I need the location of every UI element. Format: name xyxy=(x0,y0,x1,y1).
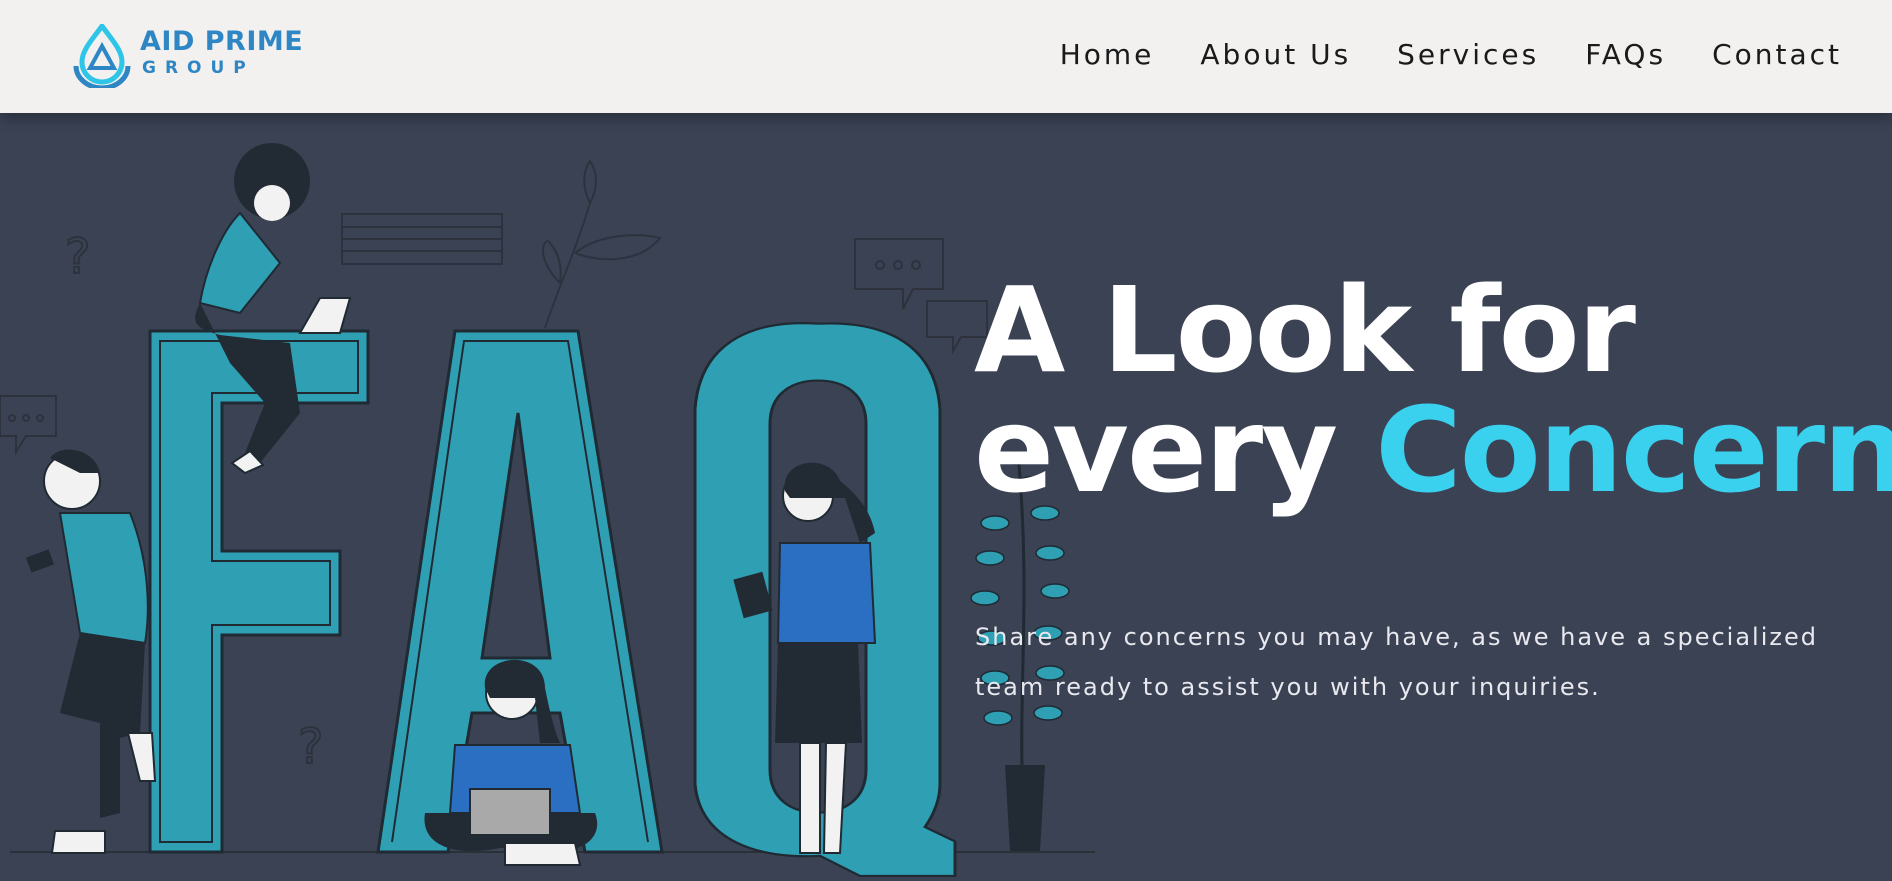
nav-contact[interactable]: Contact xyxy=(1712,38,1842,71)
nav-about-us[interactable]: About Us xyxy=(1200,38,1351,71)
person-standing-left xyxy=(25,449,157,854)
question-mark-decor-2: ? xyxy=(298,719,323,775)
headline-accent: Concern xyxy=(1375,381,1892,519)
logo-drop-icon xyxy=(73,24,131,88)
headline-line-1: A Look for xyxy=(974,261,1636,399)
hero-headline: A Look for every Concern. xyxy=(974,270,1892,510)
brand-sub: GROUP xyxy=(142,58,255,78)
nav-home[interactable]: Home xyxy=(1060,38,1155,71)
headline-prefix: every xyxy=(974,381,1376,519)
main-nav: Home About Us Services FAQs Contact xyxy=(1060,38,1842,71)
headline-line-2: every Concern. xyxy=(974,390,1892,510)
letter-f xyxy=(148,329,370,854)
site-header: AID PRIME GROUP Home About Us Services F… xyxy=(0,0,1892,113)
hero-description: Share any concerns you may have, as we h… xyxy=(975,623,1818,701)
faq-illustration: ? ? xyxy=(0,143,1095,878)
brand-name: AID PRIME xyxy=(140,26,304,57)
brand-logo[interactable]: AID PRIME GROUP xyxy=(70,24,304,88)
question-mark-decor-1: ? xyxy=(65,229,90,285)
nav-faqs[interactable]: FAQs xyxy=(1585,38,1666,71)
nav-services[interactable]: Services xyxy=(1397,38,1539,71)
